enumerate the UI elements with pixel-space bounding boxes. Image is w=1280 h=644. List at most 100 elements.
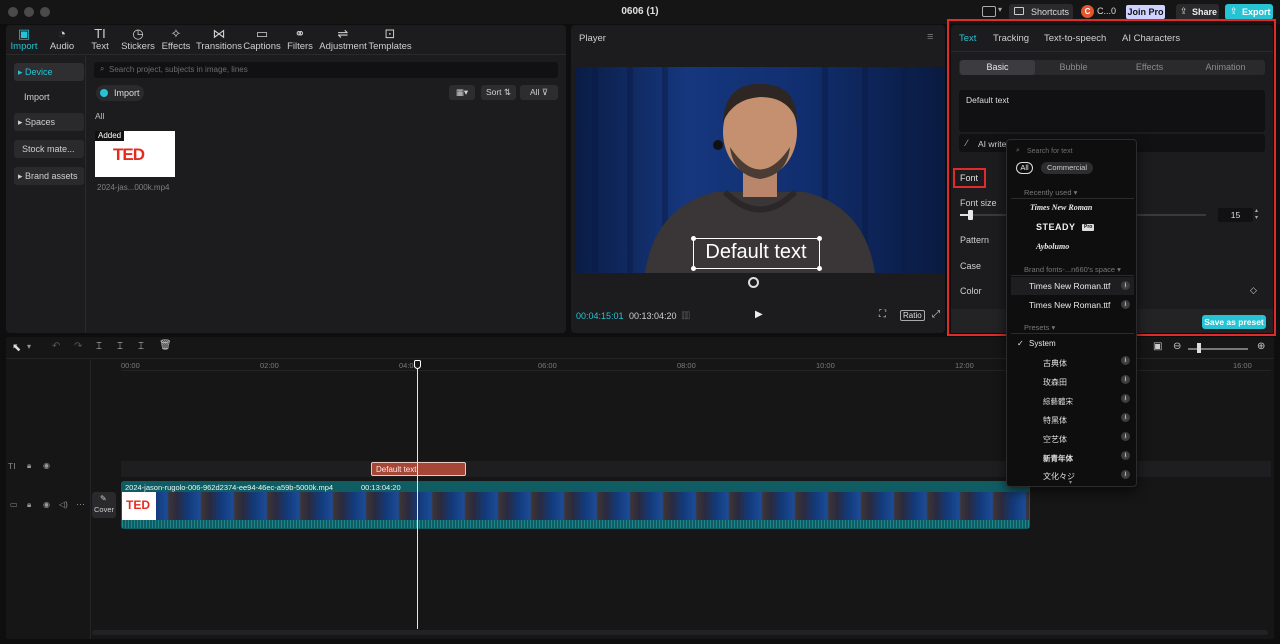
filter-button[interactable]: All ⊽ [520, 85, 558, 100]
join-pro-button[interactable]: Join Pro [1126, 5, 1165, 19]
sidebar-item-device[interactable]: ▸ Device [14, 63, 84, 81]
play-icon[interactable]: ▶ [755, 309, 763, 320]
font-size-slider-handle[interactable] [968, 210, 973, 220]
font-option-aybolumo[interactable]: Aybolumo [1036, 242, 1069, 251]
rotate-handle-icon[interactable] [748, 277, 759, 288]
layout-icon[interactable] [982, 6, 996, 17]
download-icon[interactable]: ⭳ [1121, 413, 1130, 422]
font-search-input[interactable]: ⌕ Search for text [1011, 144, 1133, 160]
text-clip[interactable]: Default text [371, 462, 466, 476]
split-right-icon[interactable]: ⌶ [138, 341, 144, 352]
sort-button[interactable]: Sort ⇅ [481, 85, 516, 100]
undo-icon[interactable]: ↶ [52, 341, 60, 352]
download-icon[interactable]: ⭳ [1121, 281, 1130, 290]
ratio-button[interactable]: Ratio [900, 310, 925, 321]
subtab-effects[interactable]: Effects [1112, 60, 1187, 75]
tab-ai-characters[interactable]: AI Characters [1122, 33, 1180, 44]
redo-icon[interactable]: ↷ [74, 341, 82, 352]
filter-commercial-chip[interactable]: Commercial [1041, 162, 1093, 174]
brand-font-item[interactable]: Times New Roman.ttf ⭳ [1011, 296, 1134, 314]
media-search-input[interactable]: ⌕ Search project, subjects in image, lin… [94, 62, 558, 78]
split-left-icon[interactable]: ⌶ [117, 341, 123, 352]
preset-font-item[interactable]: 新青年体 ⭳ [1011, 449, 1134, 466]
sidebar-item-spaces[interactable]: ▸ Spaces [14, 113, 84, 131]
tab-adjustment[interactable]: ⇌ Adjustment [317, 27, 369, 53]
subtab-basic[interactable]: Basic [960, 60, 1035, 75]
sidebar-item-import[interactable]: Import [14, 88, 84, 106]
brand-fonts-header[interactable]: Brand fonts-...n660's space ▾ [1024, 265, 1121, 274]
video-preview[interactable]: Default text [575, 67, 945, 273]
download-icon[interactable]: ⭳ [1121, 432, 1130, 441]
resize-handle[interactable] [691, 266, 696, 271]
preset-font-item[interactable]: 特黑体 ⭳ [1011, 411, 1134, 428]
export-button[interactable]: ⇪ Export [1225, 4, 1273, 20]
download-icon[interactable]: ⭳ [1121, 375, 1130, 384]
preset-font-item[interactable]: 古典体 ⭳ [1011, 354, 1134, 371]
subtab-bubble[interactable]: Bubble [1036, 60, 1111, 75]
zoom-out-icon[interactable]: ⊖ [1173, 341, 1181, 352]
eye-icon[interactable]: ◉ [43, 461, 50, 470]
import-button[interactable]: Import [96, 85, 144, 101]
menu-icon[interactable]: ≡ [927, 31, 933, 43]
font-option-times[interactable]: Times New Roman [1030, 203, 1092, 212]
timeline-scrollbar[interactable] [92, 630, 1268, 635]
media-thumbnail[interactable]: Added TED [95, 131, 175, 177]
lock-icon[interactable]: 🔒︎ [27, 500, 31, 510]
audio-mute-icon[interactable]: ◁) [59, 500, 68, 509]
zoom-in-icon[interactable]: ⊕ [1257, 341, 1265, 352]
save-as-preset-button[interactable]: Save as preset [1202, 315, 1266, 329]
preview-icon[interactable]: ▣ [1153, 341, 1162, 352]
download-icon[interactable]: ⭳ [1121, 451, 1130, 460]
keyframe-icon[interactable]: ◇ [1250, 285, 1257, 296]
playhead[interactable] [417, 363, 418, 629]
close-window-icon[interactable] [8, 7, 18, 17]
video-clip[interactable]: 2024-jason-rugolo-006-962d2374-ee94-46ec… [121, 481, 1030, 529]
maximize-window-icon[interactable] [40, 7, 50, 17]
download-icon[interactable]: ⭳ [1121, 356, 1130, 365]
chevron-down-icon[interactable]: ▾ [998, 5, 1002, 14]
lock-icon[interactable]: 🔒︎ [27, 461, 31, 471]
preset-font-item[interactable]: 文化々ジ ⭳ [1011, 468, 1134, 485]
minimize-window-icon[interactable] [24, 7, 34, 17]
recently-used-header[interactable]: Recently used ▾ [1024, 188, 1077, 197]
font-option-system[interactable]: System [1029, 339, 1056, 348]
font-size-input[interactable]: 15 [1218, 208, 1253, 222]
playhead-handle[interactable] [414, 360, 421, 369]
brand-font-item[interactable]: Times New Roman.ttf ⭳ [1011, 277, 1134, 295]
presets-header[interactable]: Presets ▾ [1024, 323, 1055, 332]
preset-font-item[interactable]: 綜藝體宋 ⭳ [1011, 392, 1134, 409]
avatar[interactable]: C [1081, 5, 1094, 18]
download-icon[interactable]: ⭳ [1121, 470, 1130, 479]
preset-font-item[interactable]: 空艺体 ⭳ [1011, 430, 1134, 447]
preset-font-item[interactable]: 玫森田 ⭳ [1011, 373, 1134, 390]
tab-templates[interactable]: ⊡ Templates [364, 27, 416, 53]
sidebar-item-brand-assets[interactable]: ▸ Brand assets [14, 167, 84, 185]
text-content-input[interactable]: Default text [959, 90, 1265, 132]
more-icon[interactable]: ··· [76, 499, 85, 509]
select-tool-icon[interactable]: ⬉ [12, 341, 21, 354]
zoom-slider-handle[interactable] [1197, 343, 1201, 353]
waveform-icon[interactable]: ▥ [681, 310, 690, 321]
font-option-steady[interactable]: STEADY [1036, 222, 1076, 232]
split-icon[interactable]: ⌶ [96, 341, 102, 352]
tab-tracking[interactable]: Tracking [993, 33, 1029, 44]
cover-button[interactable]: ✎ Cover [92, 492, 116, 518]
download-icon[interactable]: ⭳ [1121, 394, 1130, 403]
chevron-down-icon[interactable]: ▾ [27, 342, 31, 351]
eye-icon[interactable]: ◉ [43, 500, 50, 509]
shortcuts-button[interactable]: Shortcuts [1009, 4, 1073, 20]
download-icon[interactable]: ⭳ [1121, 300, 1130, 309]
resize-handle[interactable] [817, 266, 822, 271]
sidebar-item-stock[interactable]: Stock mate... [14, 140, 84, 158]
tab-text-to-speech[interactable]: Text-to-speech [1044, 33, 1106, 44]
subtab-animation[interactable]: Animation [1188, 60, 1263, 75]
tab-text-props[interactable]: Text [959, 33, 976, 44]
filter-all-chip[interactable]: All [1016, 162, 1033, 174]
expand-icon[interactable]: ⤢ [932, 309, 940, 320]
fullscreen-crop-icon[interactable]: ⛶ [879, 309, 886, 320]
scroll-down-icon[interactable]: ▾ [1069, 479, 1072, 486]
view-grid-button[interactable]: ▦▾ [449, 85, 475, 100]
delete-icon[interactable]: 🗑︎ [159, 340, 172, 351]
text-overlay-box[interactable]: Default text [691, 236, 822, 271]
share-button[interactable]: ⇪ Share [1176, 4, 1219, 20]
